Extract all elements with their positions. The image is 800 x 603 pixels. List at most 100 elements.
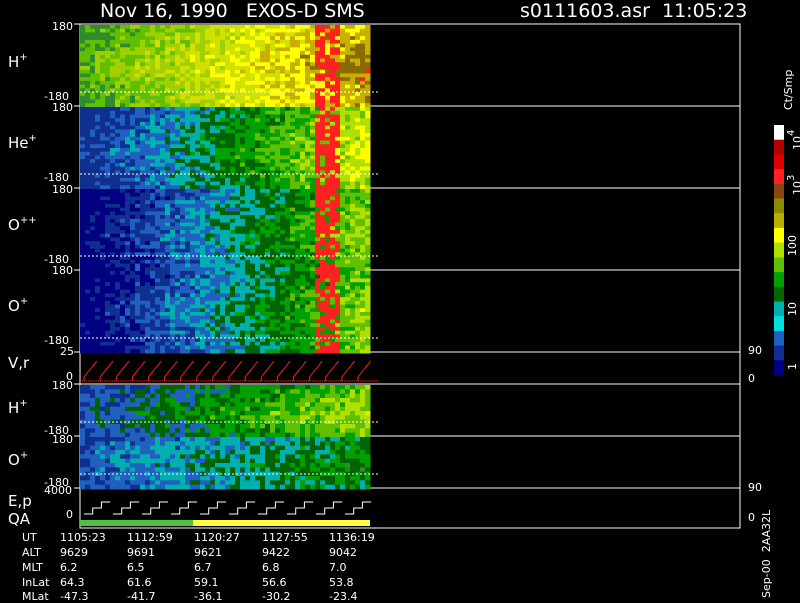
heatmap-cell bbox=[250, 122, 256, 126]
heatmap-cell bbox=[315, 290, 321, 294]
heatmap-cell bbox=[245, 338, 251, 342]
heatmap-cell bbox=[260, 55, 266, 59]
heatmap-cell bbox=[285, 111, 291, 115]
heatmap-cell bbox=[340, 196, 346, 200]
heatmap-cell bbox=[145, 208, 151, 212]
heatmap-cell bbox=[120, 204, 126, 208]
heatmap-cell bbox=[260, 196, 266, 200]
heatmap-cell bbox=[145, 85, 151, 89]
heatmap-cell bbox=[140, 264, 146, 268]
heatmap-cell bbox=[95, 230, 101, 234]
heatmap-cell bbox=[195, 77, 201, 81]
heatmap-cell bbox=[225, 47, 231, 51]
heatmap-cell bbox=[350, 66, 356, 70]
heatmap-cell bbox=[110, 148, 116, 152]
heatmap-cell bbox=[195, 327, 201, 331]
heatmap-cell bbox=[245, 234, 251, 238]
heatmap-cell bbox=[285, 249, 291, 253]
heatmap-cell bbox=[105, 211, 111, 215]
heatmap-cell bbox=[150, 107, 156, 111]
heatmap-cell bbox=[175, 32, 181, 36]
heatmap-cell bbox=[330, 208, 336, 212]
heatmap-cell bbox=[140, 114, 146, 118]
heatmap-cell bbox=[275, 185, 281, 189]
heatmap-cell bbox=[240, 77, 246, 81]
heatmap-cell bbox=[125, 319, 131, 323]
heatmap-cell bbox=[85, 25, 91, 29]
heatmap-cell bbox=[95, 256, 101, 260]
heatmap-cell bbox=[235, 331, 241, 335]
heatmap-cell bbox=[200, 163, 206, 167]
heatmap-cell bbox=[120, 301, 126, 305]
heatmap-cell bbox=[120, 163, 126, 167]
heatmap-cell bbox=[340, 36, 346, 40]
heatmap-cell bbox=[195, 25, 201, 29]
heatmap-cell bbox=[165, 81, 171, 85]
heatmap-cell bbox=[200, 25, 206, 29]
heatmap-cell bbox=[125, 111, 131, 115]
heatmap-cell bbox=[130, 241, 136, 245]
heatmap-cell bbox=[165, 51, 171, 55]
heatmap-cell bbox=[205, 96, 211, 100]
heatmap-cell bbox=[250, 290, 256, 294]
heatmap-cell bbox=[275, 327, 281, 331]
heatmap-cell bbox=[175, 223, 181, 227]
heatmap-cell bbox=[280, 163, 286, 167]
heatmap-cell bbox=[355, 215, 361, 219]
heatmap-cell bbox=[225, 163, 231, 167]
heatmap-cell bbox=[100, 215, 106, 219]
heatmap-cell bbox=[175, 293, 181, 297]
heatmap-cell bbox=[250, 278, 256, 282]
heatmap-cell bbox=[130, 200, 136, 204]
heatmap-cell bbox=[210, 297, 216, 301]
heatmap-cell bbox=[210, 305, 216, 309]
heatmap-cell bbox=[105, 305, 111, 309]
heatmap-cell bbox=[180, 323, 186, 327]
heatmap-cell bbox=[360, 96, 366, 100]
heatmap-cell bbox=[215, 312, 221, 316]
heatmap-cell bbox=[350, 133, 356, 137]
heatmap-cell bbox=[165, 118, 171, 122]
heatmap-cell bbox=[310, 301, 316, 305]
heatmap-cell bbox=[175, 275, 181, 279]
heatmap-cell bbox=[115, 245, 121, 249]
heatmap-cell bbox=[80, 219, 86, 223]
heatmap-cell bbox=[225, 245, 231, 249]
heatmap-cell bbox=[205, 331, 211, 335]
heatmap-cell bbox=[340, 70, 346, 74]
heatmap-cell bbox=[120, 193, 126, 197]
heatmap-cell bbox=[185, 346, 191, 350]
heatmap-cell bbox=[300, 40, 306, 44]
heatmap-cell bbox=[100, 122, 106, 126]
heatmap-cell bbox=[235, 338, 241, 342]
heatmap-cell bbox=[125, 256, 131, 260]
heatmap-cell bbox=[275, 331, 281, 335]
heatmap-cell bbox=[315, 73, 321, 77]
heatmap-cell bbox=[255, 66, 261, 70]
heatmap-cell bbox=[175, 47, 181, 51]
heatmap-cell bbox=[325, 271, 331, 275]
heatmap-cell bbox=[270, 342, 276, 346]
heatmap-cell bbox=[275, 66, 281, 70]
heatmap-cell bbox=[335, 51, 341, 55]
heatmap-cell bbox=[175, 66, 181, 70]
heatmap-cell bbox=[170, 249, 176, 253]
heatmap-cell bbox=[255, 193, 261, 197]
heatmap-cell bbox=[240, 301, 246, 305]
heatmap-cell bbox=[80, 107, 86, 111]
heatmap-cell bbox=[285, 215, 291, 219]
heatmap-cell bbox=[170, 223, 176, 227]
heatmap-cell bbox=[235, 316, 241, 320]
heatmap-cell bbox=[160, 211, 166, 215]
heatmap-cell bbox=[240, 256, 246, 260]
heatmap-cell bbox=[160, 114, 166, 118]
heatmap-cell bbox=[110, 163, 116, 167]
heatmap-cell bbox=[280, 211, 286, 215]
heatmap-cell bbox=[215, 114, 221, 118]
heatmap-cell bbox=[230, 40, 236, 44]
heatmap-cell bbox=[205, 70, 211, 74]
heatmap-cell bbox=[110, 178, 116, 182]
heatmap-cell bbox=[135, 338, 141, 342]
heatmap-cell bbox=[140, 234, 146, 238]
heatmap-cell bbox=[105, 267, 111, 271]
